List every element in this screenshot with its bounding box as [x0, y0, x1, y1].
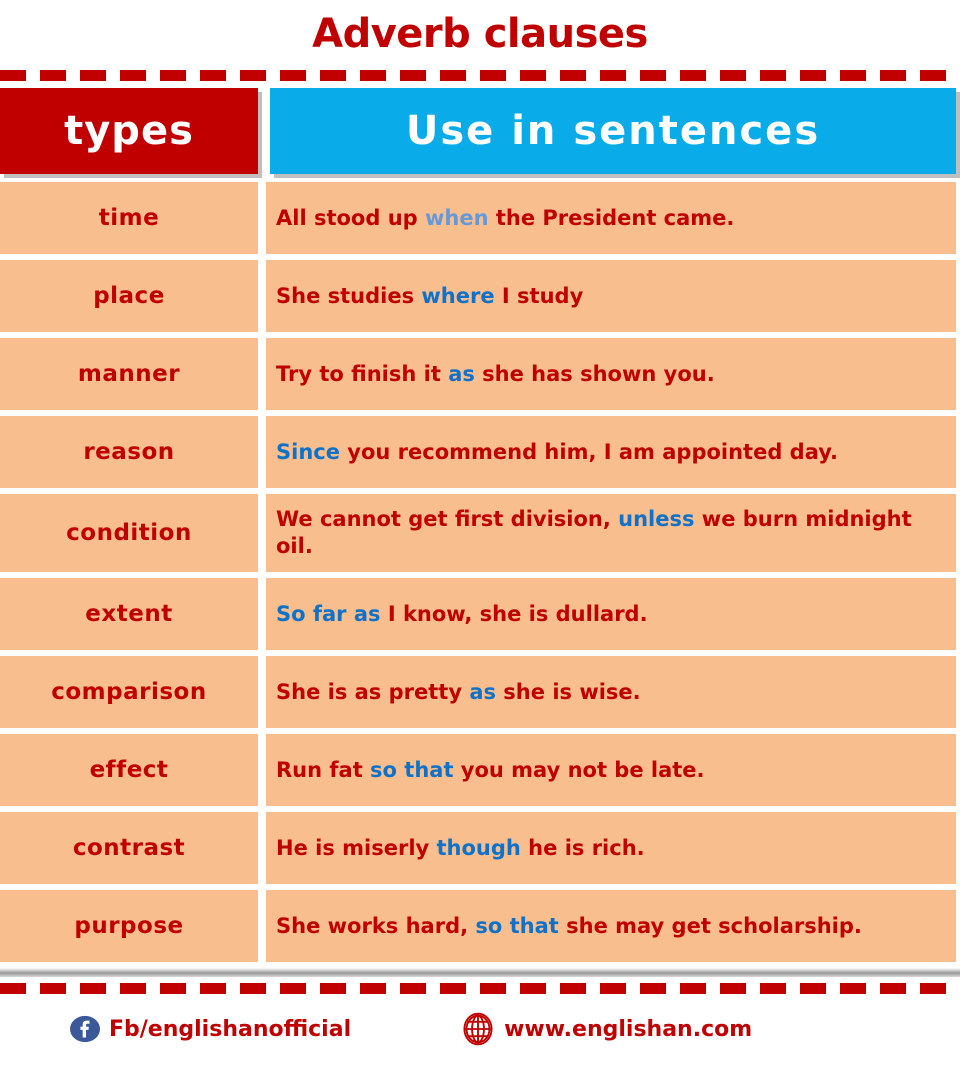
header-label-types: types: [64, 108, 194, 154]
table-row: time All stood up when the President came…: [0, 182, 960, 254]
table-bottom-separator: [0, 968, 960, 977]
example-sentence: We cannot get first division, unless we …: [276, 506, 946, 560]
sentence-text: She is as pretty: [276, 679, 470, 704]
sentence-text: he is rich.: [520, 835, 645, 860]
table-header-row: types Use in sentences: [0, 88, 960, 174]
clause-type-label: reason: [83, 439, 175, 465]
cell-clause-type: comparison: [0, 656, 258, 728]
cell-example-sentence: He is miserly though he is rich.: [266, 812, 956, 884]
sentence-keyword: as: [469, 679, 496, 704]
example-sentence: She works hard, so that she may get scho…: [276, 913, 862, 940]
sentence-keyword: Since: [276, 439, 340, 464]
table-row: contrast He is miserly though he is rich.: [0, 812, 960, 884]
sentence-keyword: though: [436, 835, 521, 860]
cell-clause-type: place: [0, 260, 258, 332]
example-sentence: Run fat so that you may not be late.: [276, 757, 705, 784]
cell-clause-type: reason: [0, 416, 258, 488]
cell-example-sentence: So far as I know, she is dullard.: [266, 578, 956, 650]
clause-type-label: comparison: [51, 679, 207, 705]
table-row: effect Run fat so that you may not be lat…: [0, 734, 960, 806]
example-sentence: He is miserly though he is rich.: [276, 835, 645, 862]
sentence-text: she has shown you.: [474, 361, 715, 386]
title-bar: Adverb clauses: [0, 0, 960, 68]
footer-website[interactable]: www.englishan.com: [461, 1012, 752, 1046]
cell-example-sentence: She is as pretty as she is wise.: [266, 656, 956, 728]
example-sentence: She is as pretty as she is wise.: [276, 679, 641, 706]
clause-type-label: time: [98, 205, 160, 231]
sentence-text: He is miserly: [276, 835, 437, 860]
clause-type-label: place: [93, 283, 165, 309]
sentence-keyword: so that: [475, 913, 559, 938]
table-row: condition We cannot get first division, u…: [0, 494, 960, 572]
table-row: reason Since you recommend him, I am appo…: [0, 416, 960, 488]
sentence-text: Try to finish it: [276, 361, 449, 386]
cell-example-sentence: We cannot get first division, unless we …: [266, 494, 956, 572]
cell-clause-type: time: [0, 182, 258, 254]
sentence-text: she is wise.: [496, 679, 641, 704]
dashed-divider-bottom: [0, 983, 960, 994]
sentence-text: I study: [494, 283, 584, 308]
sentence-text: Run fat: [276, 757, 371, 782]
sentence-text: I know, she is dullard.: [380, 601, 648, 626]
clause-type-label: effect: [89, 757, 169, 783]
clause-type-label: contrast: [72, 835, 186, 861]
facebook-icon: [70, 1015, 100, 1043]
cell-clause-type: purpose: [0, 890, 258, 962]
sentence-text: She works hard,: [276, 913, 476, 938]
cell-example-sentence: Try to finish it as she has shown you.: [266, 338, 956, 410]
cell-clause-type: condition: [0, 494, 258, 572]
cell-example-sentence: Run fat so that you may not be late.: [266, 734, 956, 806]
sentence-text: you may not be late.: [453, 757, 705, 782]
header-cell-types: types: [0, 88, 258, 174]
table-row: manner Try to finish it as she has shown …: [0, 338, 960, 410]
clause-type-label: manner: [77, 361, 181, 387]
sentence-keyword: unless: [618, 507, 695, 532]
cell-example-sentence: Since you recommend him, I am appointed …: [266, 416, 956, 488]
infographic-page: Adverb clauses types Use in sentences ti…: [0, 0, 960, 1065]
table-row: extent So far as I know, she is dullard.: [0, 578, 960, 650]
example-sentence: Try to finish it as she has shown you.: [276, 361, 715, 388]
footer-facebook[interactable]: Fb/englishanofficial: [70, 1014, 351, 1044]
sentence-text: We cannot get first division,: [276, 507, 619, 532]
sentence-keyword: when: [425, 205, 489, 230]
sentence-text: the President came.: [488, 205, 735, 230]
sentence-text: She studies: [276, 283, 422, 308]
clause-type-label: condition: [66, 520, 192, 546]
table-row: purpose She works hard, so that she may g…: [0, 890, 960, 962]
example-sentence: All stood up when the President came.: [276, 205, 734, 232]
cell-clause-type: manner: [0, 338, 258, 410]
page-title: Adverb clauses: [312, 11, 648, 57]
example-sentence: Since you recommend him, I am appointed …: [276, 439, 838, 466]
sentence-keyword: so that: [370, 757, 454, 782]
adverb-clause-table: time All stood up when the President came…: [0, 174, 960, 962]
example-sentence: She studies where I study: [276, 283, 583, 310]
table-row: comparison She is as pretty as she is wis…: [0, 656, 960, 728]
footer: Fb/englishanofficial www.englishan.com: [0, 998, 960, 1060]
clause-type-label: purpose: [74, 913, 184, 939]
cell-example-sentence: All stood up when the President came.: [266, 182, 956, 254]
cell-example-sentence: She works hard, so that she may get scho…: [266, 890, 956, 962]
cell-example-sentence: She studies where I study: [266, 260, 956, 332]
example-sentence: So far as I know, she is dullard.: [276, 601, 648, 628]
cell-clause-type: contrast: [0, 812, 258, 884]
cell-clause-type: effect: [0, 734, 258, 806]
header-cell-use-in-sentences: Use in sentences: [270, 88, 956, 174]
cell-clause-type: extent: [0, 578, 258, 650]
dashed-divider-top: [0, 70, 960, 81]
globe-icon: [463, 1012, 493, 1046]
sentence-text: you recommend him, I am appointed day.: [339, 439, 838, 464]
website-label: www.englishan.com: [504, 1016, 753, 1042]
table-row: place She studies where I study: [0, 260, 960, 332]
sentence-text: All stood up: [276, 205, 425, 230]
sentence-keyword: as: [448, 361, 475, 386]
sentence-keyword: So far as: [276, 601, 381, 626]
header-label-use-in-sentences: Use in sentences: [405, 108, 821, 154]
facebook-label: Fb/englishanofficial: [109, 1016, 352, 1042]
sentence-text: she may get scholarship.: [558, 913, 862, 938]
sentence-keyword: where: [421, 283, 495, 308]
clause-type-label: extent: [85, 601, 173, 627]
